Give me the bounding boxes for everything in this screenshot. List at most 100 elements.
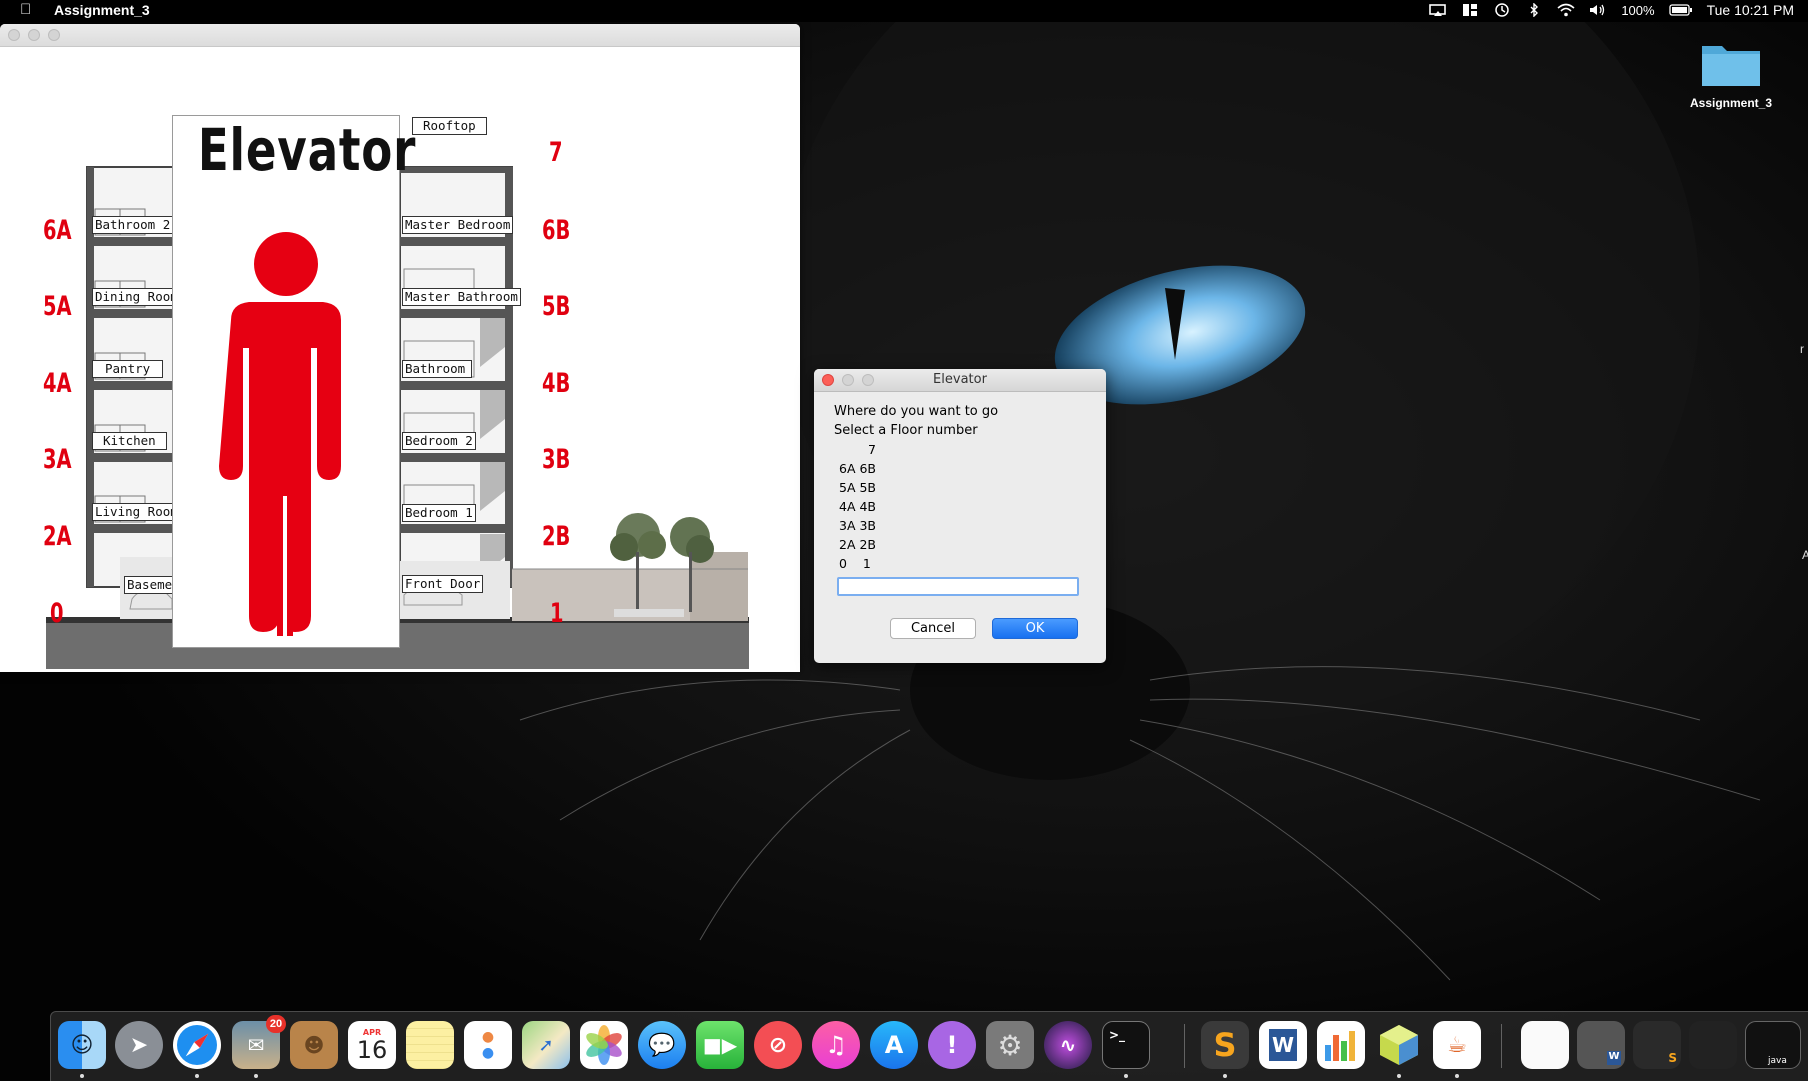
feedback-icon[interactable]: ! bbox=[928, 1021, 976, 1069]
minimized-window-finder-icon[interactable] bbox=[1689, 1021, 1737, 1069]
calendar-icon[interactable]: APR 16 bbox=[348, 1021, 396, 1069]
active-app-name[interactable]: Assignment_3 bbox=[54, 2, 150, 18]
running-indicator bbox=[254, 1074, 258, 1078]
building-canvas: Rooftop Bathroom 2 Dining Room Pantry Ki… bbox=[0, 47, 800, 672]
elevator-car: Elevator bbox=[172, 115, 415, 648]
launchpad-icon[interactable]: ➤ bbox=[115, 1021, 163, 1069]
dialog-option: 3A 3B bbox=[839, 518, 877, 533]
minimized-window-java-icon[interactable]: java bbox=[1745, 1021, 1801, 1069]
dialog-option: 5A 5B bbox=[839, 480, 877, 495]
dock-separator bbox=[1501, 1024, 1502, 1068]
room-label-kitchen: Kitchen bbox=[92, 432, 167, 450]
news-icon[interactable]: ⊘ bbox=[754, 1021, 802, 1069]
room-label-bedroom-2: Bedroom 2 bbox=[402, 432, 476, 450]
menu-bar:  Assignment_3 100% Tue 10:21 PM bbox=[0, 0, 1808, 22]
room-label-rooftop: Rooftop bbox=[412, 117, 487, 135]
room-label-master-bathroom: Master Bathroom bbox=[402, 288, 521, 306]
minimize-button[interactable] bbox=[28, 29, 40, 41]
floor-label-3b: 3B bbox=[542, 444, 571, 475]
maps-icon[interactable]: ➚ bbox=[522, 1021, 570, 1069]
elevator-app-window: Rooftop Bathroom 2 Dining Room Pantry Ki… bbox=[0, 24, 800, 672]
volume-icon[interactable] bbox=[1589, 3, 1607, 17]
close-button[interactable] bbox=[8, 29, 20, 41]
zoom-button[interactable] bbox=[48, 29, 60, 41]
dialog-option: 7 bbox=[868, 442, 876, 457]
mail-badge: 20 bbox=[266, 1015, 286, 1033]
folder-icon bbox=[1702, 46, 1760, 86]
dialog-option: 0 1 bbox=[839, 556, 871, 571]
reminders-icon[interactable]: ● ● bbox=[464, 1021, 512, 1069]
notes-icon[interactable] bbox=[406, 1021, 454, 1069]
minimized-window-sublime-icon[interactable]: S bbox=[1633, 1021, 1681, 1069]
sublime-text-icon[interactable]: S bbox=[1201, 1021, 1249, 1069]
floor-label-6b: 6B bbox=[542, 215, 571, 246]
room-label-basement: Baseme bbox=[124, 576, 176, 594]
running-indicator bbox=[80, 1074, 84, 1078]
room-label-bedroom-1: Bedroom 1 bbox=[402, 504, 476, 522]
numbers-icon[interactable] bbox=[1317, 1021, 1365, 1069]
floor-label-5a: 5A bbox=[43, 291, 72, 322]
room-label-pantry: Pantry bbox=[92, 360, 164, 378]
floor-label-2b: 2B bbox=[542, 521, 571, 552]
split-view-icon[interactable] bbox=[1461, 3, 1479, 17]
floor-select-dialog: Elevator Where do you want to go Select … bbox=[814, 369, 1106, 663]
system-preferences-icon[interactable]: ⚙ bbox=[986, 1021, 1034, 1069]
menu-clock[interactable]: Tue 10:21 PM bbox=[1707, 2, 1794, 18]
cancel-button[interactable]: Cancel bbox=[890, 618, 976, 639]
running-indicator bbox=[1397, 1074, 1401, 1078]
room-label-bathroom-2: Bathroom 2 bbox=[92, 216, 174, 234]
running-indicator bbox=[1455, 1074, 1459, 1078]
dialog-title: Elevator bbox=[933, 372, 987, 387]
terminal-icon[interactable]: >_ bbox=[1102, 1021, 1150, 1069]
person-icon bbox=[219, 232, 341, 636]
room-label-living-room: Living Room bbox=[92, 503, 181, 521]
running-indicator bbox=[1223, 1074, 1227, 1078]
room-label-front-door: Front Door bbox=[402, 575, 484, 593]
itunes-icon[interactable]: ♫ bbox=[812, 1021, 860, 1069]
app-store-icon[interactable]: A bbox=[870, 1021, 918, 1069]
siri-icon[interactable]: ∿ bbox=[1044, 1021, 1092, 1069]
calendar-day: 16 bbox=[356, 1035, 388, 1064]
floor-label-6a: 6A bbox=[43, 215, 72, 246]
edge-text-fragment: A bbox=[1802, 548, 1808, 562]
messages-icon[interactable]: 💬 bbox=[638, 1021, 686, 1069]
dialog-instruction: Select a Floor number bbox=[834, 423, 978, 438]
time-machine-icon[interactable] bbox=[1493, 3, 1511, 17]
document-thumbnail-icon[interactable] bbox=[1521, 1021, 1569, 1069]
dialog-option: 4A 4B bbox=[839, 499, 877, 514]
floor-number-input[interactable] bbox=[837, 577, 1079, 596]
facetime-icon[interactable]: ■▶ bbox=[696, 1021, 744, 1069]
floor-label-4a: 4A bbox=[43, 368, 72, 399]
java-window-label: java bbox=[1768, 1056, 1787, 1066]
status-area: 100% Tue 10:21 PM bbox=[1429, 2, 1794, 18]
battery-percentage: 100% bbox=[1621, 2, 1655, 18]
minimized-window-word-icon[interactable]: W bbox=[1577, 1021, 1625, 1069]
contacts-icon[interactable]: ☻ bbox=[290, 1021, 338, 1069]
photos-icon[interactable] bbox=[580, 1021, 628, 1069]
floor-label-2a: 2A bbox=[43, 521, 72, 552]
java-icon[interactable]: ☕ bbox=[1433, 1021, 1481, 1069]
room-label-master-bedroom: Master Bedroom bbox=[402, 216, 514, 234]
desktop-folder[interactable]: Assignment_3 bbox=[1686, 40, 1776, 110]
floor-label-1: 1 bbox=[550, 598, 564, 629]
bluetooth-icon[interactable] bbox=[1525, 3, 1543, 17]
window-titlebar[interactable] bbox=[0, 24, 800, 47]
dialog-option: 2A 2B bbox=[839, 537, 877, 552]
floor-label-3a: 3A bbox=[43, 444, 72, 475]
apple-menu-icon[interactable]:  bbox=[20, 1, 31, 18]
finder-icon[interactable]: ☺ bbox=[58, 1021, 106, 1069]
desktop-folder-label: Assignment_3 bbox=[1689, 96, 1773, 110]
screen-mirroring-icon[interactable] bbox=[1429, 3, 1447, 17]
room-label-bathroom: Bathroom bbox=[402, 360, 472, 378]
dialog-titlebar[interactable]: Elevator bbox=[814, 369, 1106, 392]
floor-label-7: 7 bbox=[549, 137, 563, 168]
ok-button[interactable]: OK bbox=[992, 618, 1078, 639]
virtualbox-icon[interactable] bbox=[1375, 1021, 1423, 1069]
word-icon[interactable]: W bbox=[1259, 1021, 1307, 1069]
safari-icon[interactable] bbox=[173, 1021, 221, 1069]
dock-separator bbox=[1184, 1024, 1185, 1068]
wifi-icon[interactable] bbox=[1557, 3, 1575, 17]
running-indicator bbox=[195, 1074, 199, 1078]
battery-icon[interactable] bbox=[1668, 3, 1693, 17]
edge-text-fragment: r bbox=[1800, 342, 1804, 356]
